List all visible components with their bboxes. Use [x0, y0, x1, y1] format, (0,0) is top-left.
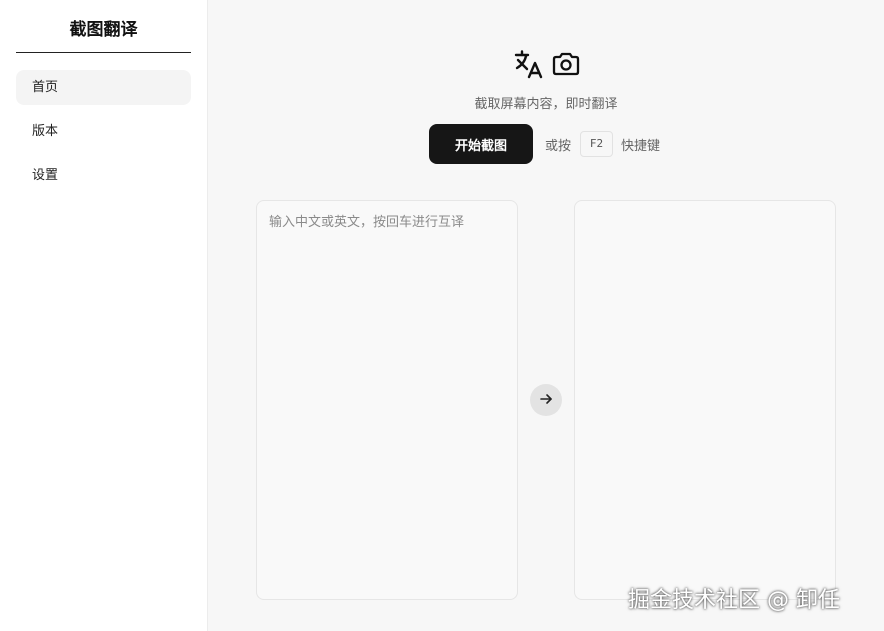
shortcut-hint-prefix: 或按 [545, 139, 572, 154]
start-capture-button[interactable]: 开始截图 [429, 124, 533, 164]
watermark: 掘金技术社区 @ 卸任 [628, 588, 840, 613]
source-text-input[interactable] [257, 201, 517, 599]
sidebar-item-version[interactable]: 版本 [16, 114, 191, 149]
translate-icon [513, 48, 545, 80]
result-text-output[interactable] [575, 201, 835, 599]
subtitle: 截取屏幕内容，即时翻译 [474, 97, 618, 112]
sidebar-item-home[interactable]: 首页 [16, 70, 191, 105]
main-panel: 截取屏幕内容，即时翻译 开始截图 或按 F2 快捷键 [208, 0, 884, 631]
camera-icon [551, 50, 581, 78]
app-window: 截图翻译 首页 版本 设置 截取屏幕内容，即时翻译 开始截图 或按 F2 快捷键… [0, 0, 884, 631]
translate-button[interactable] [530, 384, 562, 416]
sidebar-item-settings[interactable]: 设置 [16, 158, 191, 193]
app-title: 截图翻译 [16, 18, 191, 53]
source-pane [256, 200, 518, 600]
arrow-right-icon [539, 391, 553, 410]
sidebar: 截图翻译 首页 版本 设置 [0, 0, 208, 631]
shortcut-hint-suffix: 快捷键 [621, 139, 661, 154]
shortcut-key: F2 [580, 131, 613, 157]
hero-icons [513, 47, 583, 81]
result-pane [574, 200, 836, 600]
